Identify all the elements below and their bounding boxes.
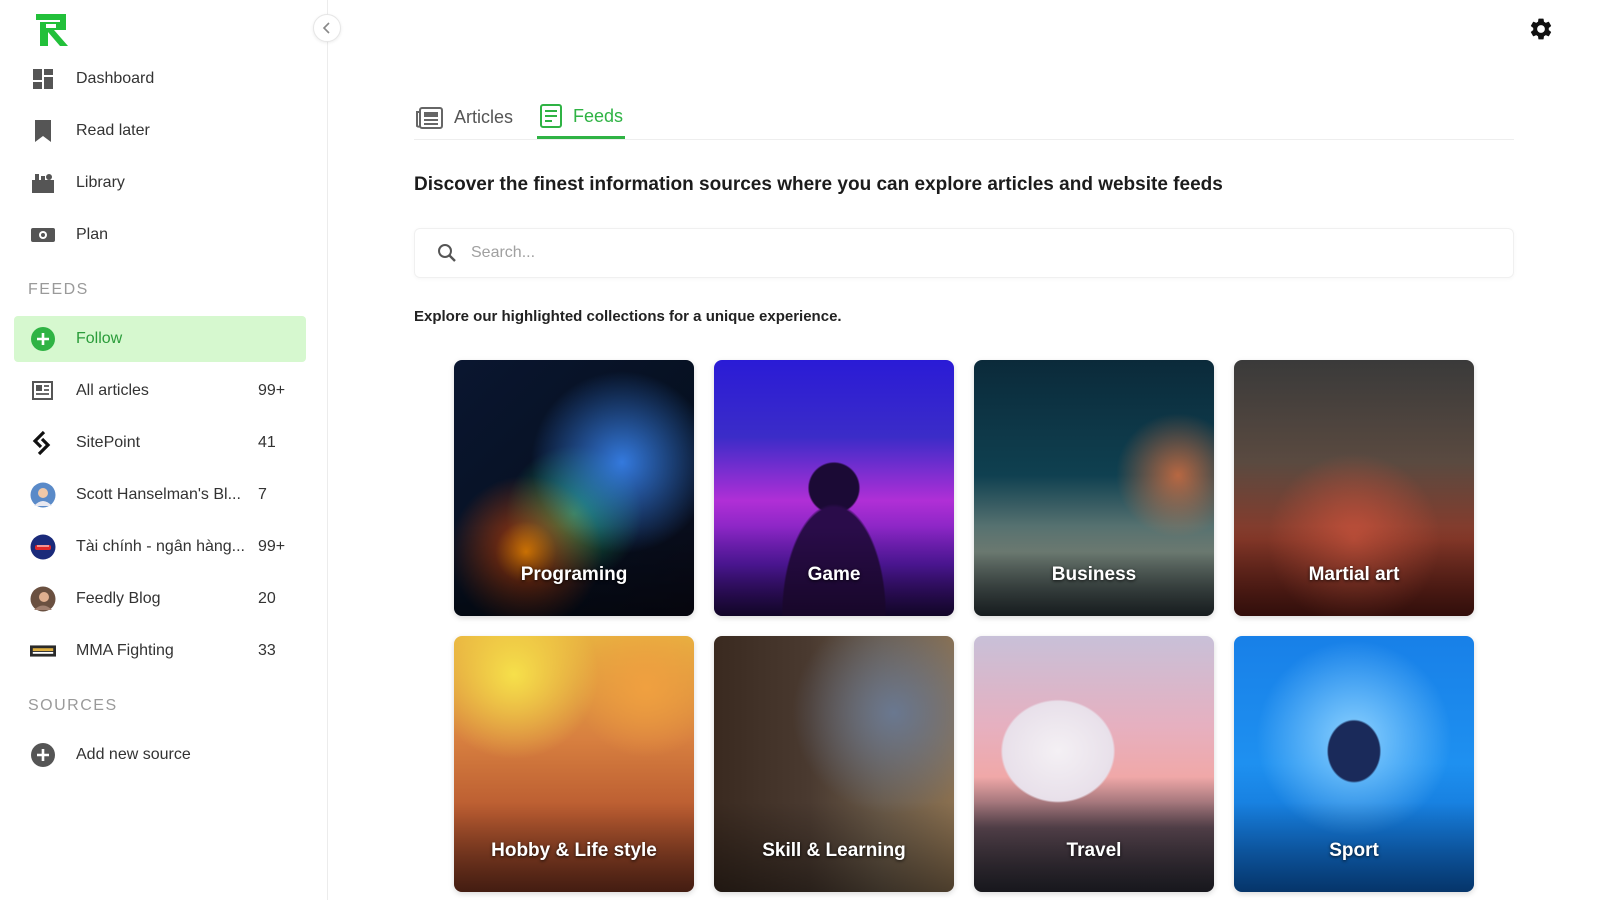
sidebar-item-feedly-blog[interactable]: Feedly Blog 20 [14,576,306,622]
collection-title: Travel [1066,840,1122,861]
collection-card-travel[interactable]: Travel [974,636,1214,892]
collection-card-martial-art[interactable]: Martial art [1234,360,1474,616]
app-logo[interactable] [32,10,72,50]
avatar-icon [30,534,56,560]
collection-title: Hobby & Life style [491,840,657,861]
unread-count: 99+ [258,382,286,399]
library-icon [30,170,56,196]
feeds-section-title: FEEDS [28,281,89,298]
sidebar-item-plan[interactable]: Plan [14,212,306,258]
sidebar-item-label: Scott Hanselman's Bl... [76,486,241,503]
bookmark-icon [30,118,56,144]
sidebar-item-scott-hanselman[interactable]: Scott Hanselman's Bl... 7 [14,472,306,518]
plus-circle-icon [30,326,56,352]
avatar-icon [30,482,56,508]
collection-title: Business [1051,564,1137,585]
chevron-left-icon [322,22,330,34]
collection-card-hobby-life-style[interactable]: Hobby & Life style [454,636,694,892]
avatar-icon [30,586,56,612]
sidebar-item-dashboard[interactable]: Dashboard [14,56,306,102]
collapse-sidebar-button[interactable] [313,14,341,42]
plan-icon [30,222,56,248]
collections-grid: Programing Game Business Martial art Hob… [454,360,1474,892]
collection-title: Sport [1329,840,1379,861]
sidebar-item-label: Library [76,174,125,191]
tab-articles[interactable]: Articles [414,96,515,139]
sidebar-item-label: Feedly Blog [76,590,161,607]
mma-icon [30,638,56,664]
sidebar-item-label: MMA Fighting [76,642,174,659]
collection-title: Game [807,564,861,585]
feeds-icon [540,104,563,128]
collection-card-business[interactable]: Business [974,360,1214,616]
sitepoint-icon [30,430,56,456]
sidebar-item-all-articles[interactable]: All articles 99+ [14,368,306,414]
sidebar-item-label: All articles [76,382,149,399]
sidebar-item-label: SitePoint [76,434,141,451]
sidebar-item-add-new-source[interactable]: Add new source [14,732,306,778]
newspaper-icon [416,106,443,129]
sidebar-item-library[interactable]: Library [14,160,306,206]
collection-card-game[interactable]: Game [714,360,954,616]
gear-icon [1530,18,1552,40]
logo-icon [36,14,68,46]
tab-label: Articles [454,107,514,127]
tab-bar: Articles Feeds [414,96,1514,140]
sidebar-nav: Dashboard Read later Library Plan FEEDS [14,56,306,784]
collection-title: Skill & Learning [762,840,906,861]
collection-card-programing[interactable]: Programing [454,360,694,616]
plus-circle-icon [30,742,56,768]
unread-count: 33 [258,642,276,659]
collection-card-sport[interactable]: Sport [1234,636,1474,892]
search-box[interactable] [414,228,1514,278]
unread-count: 7 [258,486,267,503]
sidebar-item-label: Plan [76,226,109,243]
sidebar-item-sitepoint[interactable]: SitePoint 41 [14,420,306,466]
tab-feeds[interactable]: Feeds [537,96,626,139]
search-input[interactable] [471,244,1371,262]
sidebar-item-label: Read later [76,122,150,139]
main-content: Articles Feeds Discover the finest infor… [414,96,1514,325]
unread-count: 99+ [258,538,286,555]
search-icon [438,244,456,262]
settings-button[interactable] [1528,16,1554,42]
sidebar-item-label: Tài chính - ngân hàng... [76,538,245,555]
sidebar-item-mma-fighting[interactable]: MMA Fighting 33 [14,628,306,674]
tab-label: Feeds [573,105,624,126]
articles-icon [30,378,56,404]
sources-section-title: SOURCES [28,697,118,714]
sidebar-item-label: Add new source [76,746,191,763]
unread-count: 41 [258,434,276,451]
page-headline: Discover the finest information sources … [414,174,1223,195]
collections-subtitle: Explore our highlighted collections for … [414,308,842,325]
collection-title: Programing [520,564,628,585]
collection-card-skill-learning[interactable]: Skill & Learning [714,636,954,892]
dashboard-icon [30,66,56,92]
collection-title: Martial art [1308,564,1400,585]
unread-count: 20 [258,590,276,607]
sidebar-item-tai-chinh[interactable]: Tài chính - ngân hàng... 99+ [14,524,306,570]
sidebar-item-label: Dashboard [76,70,155,87]
sidebar-item-read-later[interactable]: Read later [14,108,306,154]
sidebar: Dashboard Read later Library Plan FEEDS [0,0,341,900]
sidebar-item-label: Follow [76,330,123,347]
sidebar-item-follow[interactable]: Follow [14,316,306,362]
